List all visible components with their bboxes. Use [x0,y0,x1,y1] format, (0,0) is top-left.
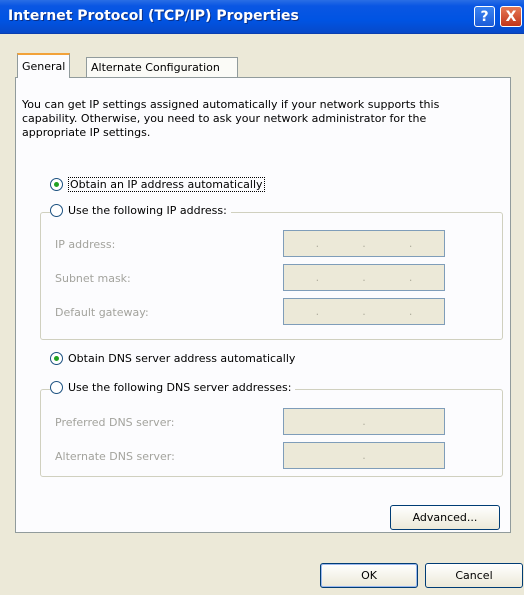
octet-separator: . [362,271,366,284]
use-following-dns-label: Use the following DNS server addresses: [68,381,292,394]
octet-separator: . [315,237,320,250]
ip-address-label: IP address: [55,238,116,251]
help-button[interactable]: ? [474,6,495,27]
dialog-window: Internet Protocol (TCP/IP) Properties ? … [0,0,524,595]
use-following-ip-option[interactable]: Use the following IP address: [50,204,231,217]
intro-text: You can get IP settings assigned automat… [22,98,440,139]
obtain-ip-auto-label: Obtain an IP address automatically [68,177,265,192]
ok-button[interactable]: OK [320,563,418,588]
tab-general[interactable]: General [17,53,71,78]
subnet-mask-input[interactable]: . . . [283,264,445,291]
use-following-ip-radio[interactable] [50,204,63,217]
default-gateway-input[interactable]: . . . [283,298,445,325]
alternate-dns-input[interactable]: . [283,442,445,469]
preferred-dns-label: Preferred DNS server: [55,416,175,429]
use-following-ip-label: Use the following IP address: [68,204,227,217]
use-following-dns-radio[interactable] [50,381,63,394]
octet-separator: . [362,237,366,250]
tab-alternate-configuration[interactable]: Alternate Configuration [86,57,238,78]
octet-separator: . [315,305,320,318]
octet-separator: . [362,305,366,318]
preferred-dns-input[interactable]: . [283,408,445,435]
ip-address-input[interactable]: . . . [283,230,445,257]
window-title: Internet Protocol (TCP/IP) Properties [8,8,299,24]
close-icon: X [505,8,517,25]
octet-separator: . [315,271,320,284]
octet-separator: . [408,271,413,284]
use-following-dns-option[interactable]: Use the following DNS server addresses: [50,381,296,394]
octet-separator: . [362,449,366,462]
octet-separator: . [408,305,413,318]
octet-separator: . [362,415,366,428]
obtain-dns-auto-label: Obtain DNS server address automatically [68,352,296,365]
default-gateway-label: Default gateway: [55,306,149,319]
cancel-button[interactable]: Cancel [425,563,523,588]
title-bar[interactable]: Internet Protocol (TCP/IP) Properties ? … [0,0,524,34]
subnet-mask-label: Subnet mask: [55,272,131,285]
octet-separator: . [408,237,413,250]
advanced-button[interactable]: Advanced... [390,505,500,530]
obtain-ip-auto-radio[interactable] [50,178,63,191]
help-icon: ? [480,8,489,25]
obtain-dns-auto-option[interactable]: Obtain DNS server address automatically [50,352,295,365]
obtain-ip-auto-option[interactable]: Obtain an IP address automatically [50,177,265,192]
close-button[interactable]: X [500,6,522,27]
obtain-dns-auto-radio[interactable] [50,352,63,365]
alternate-dns-label: Alternate DNS server: [55,450,175,463]
